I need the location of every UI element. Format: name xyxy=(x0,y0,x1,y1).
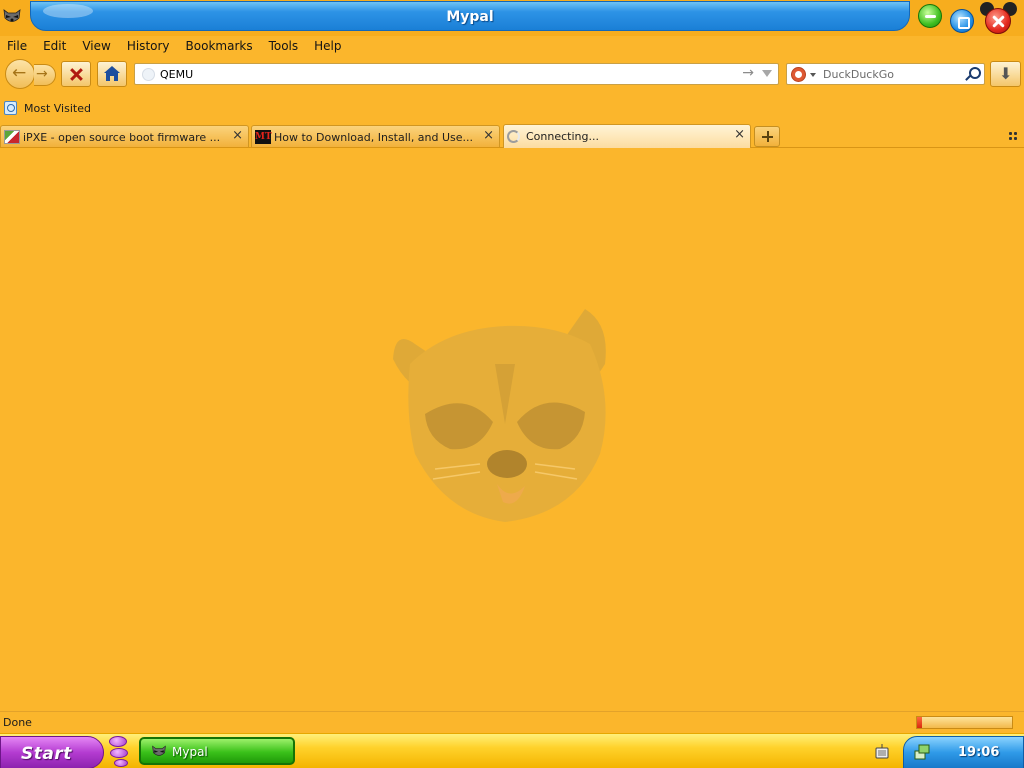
window-title: Mypal xyxy=(446,9,494,25)
page-load-progress xyxy=(916,716,1013,729)
loading-spinner-icon xyxy=(507,130,520,143)
network-tray-icon[interactable] xyxy=(914,743,930,761)
tab-strip: iPXE - open source boot firmware ... × M… xyxy=(0,124,1024,148)
quick-launch-blob-icon[interactable] xyxy=(110,748,128,758)
menu-file[interactable]: File xyxy=(0,36,35,56)
menu-help[interactable]: Help xyxy=(306,36,349,56)
duckduckgo-icon[interactable] xyxy=(791,67,806,82)
tab-how-to-download[interactable]: MT How to Download, Install, and Use... … xyxy=(251,125,500,147)
menu-history[interactable]: History xyxy=(119,36,178,56)
tab-close-icon[interactable]: × xyxy=(483,128,494,143)
navigation-toolbar: QEMU → DuckDuckGo xyxy=(0,58,1024,90)
start-label: Start xyxy=(21,744,72,764)
tab-label: How to Download, Install, and Use... xyxy=(274,131,474,144)
tab-connecting[interactable]: Connecting... × xyxy=(503,124,751,148)
url-history-dropdown-icon[interactable] xyxy=(762,70,772,77)
raccoon-mascot-image xyxy=(393,309,606,522)
list-all-tabs-icon[interactable] xyxy=(1008,131,1018,141)
tab-close-icon[interactable]: × xyxy=(734,127,745,142)
title-bar: Mypal xyxy=(0,0,1024,36)
tab-close-icon[interactable]: × xyxy=(232,128,243,143)
home-icon xyxy=(104,66,120,81)
url-bar[interactable]: QEMU → xyxy=(134,63,779,85)
ipxe-favicon-icon xyxy=(4,130,20,144)
taskbar-item-label: Mypal xyxy=(172,745,208,759)
stop-button[interactable] xyxy=(61,61,91,87)
url-text[interactable]: QEMU xyxy=(160,68,193,81)
quick-launch-blob-icon[interactable] xyxy=(114,759,128,767)
search-engine-dropdown-icon[interactable] xyxy=(810,73,816,77)
keyboard-tray-icon[interactable] xyxy=(875,743,889,759)
go-arrow-icon[interactable]: → xyxy=(742,65,754,81)
raccoon-app-icon[interactable] xyxy=(2,6,22,26)
menu-view[interactable]: View xyxy=(74,36,118,56)
search-icon[interactable] xyxy=(965,66,981,82)
status-text: Done xyxy=(3,716,32,729)
most-visited-bookmark[interactable]: Most Visited xyxy=(24,102,91,115)
most-visited-icon[interactable] xyxy=(4,101,17,115)
page-content[interactable] xyxy=(0,149,1024,711)
system-tray: 19:06 xyxy=(903,736,1024,768)
bookmarks-toolbar: Most Visited xyxy=(0,98,1024,120)
title-pill: Mypal xyxy=(30,1,910,31)
tab-ipxe[interactable]: iPXE - open source boot firmware ... × xyxy=(0,125,249,147)
status-bar: Done xyxy=(0,711,1024,733)
menu-bar: File Edit View History Bookmarks Tools H… xyxy=(0,36,1024,56)
start-button[interactable]: Start xyxy=(0,736,104,768)
tab-label: iPXE - open source boot firmware ... xyxy=(23,131,221,144)
forward-button[interactable] xyxy=(34,64,56,86)
mt-favicon-icon: MT xyxy=(255,130,272,144)
clock[interactable]: 19:06 xyxy=(958,745,999,760)
back-button[interactable] xyxy=(5,59,35,89)
downloads-button[interactable] xyxy=(990,61,1021,87)
progress-fill xyxy=(917,717,922,728)
taskbar-item-mypal[interactable]: Mypal xyxy=(139,737,295,765)
quick-launch-blob-icon[interactable] xyxy=(109,736,127,747)
menu-edit[interactable]: Edit xyxy=(35,36,74,56)
minimize-button[interactable] xyxy=(918,4,942,28)
taskbar: Start Mypal 19:06 xyxy=(0,733,1024,768)
home-button[interactable] xyxy=(97,61,127,87)
maximize-button[interactable] xyxy=(950,9,974,33)
page-favicon-icon xyxy=(142,68,155,81)
close-button[interactable] xyxy=(985,8,1011,34)
search-bar[interactable]: DuckDuckGo xyxy=(786,63,985,85)
tab-label: Connecting... xyxy=(526,130,599,143)
new-tab-button[interactable] xyxy=(754,126,780,147)
menu-tools[interactable]: Tools xyxy=(261,36,307,56)
menu-bookmarks[interactable]: Bookmarks xyxy=(178,36,261,56)
raccoon-app-icon xyxy=(152,745,166,756)
search-input[interactable]: DuckDuckGo xyxy=(823,68,894,81)
